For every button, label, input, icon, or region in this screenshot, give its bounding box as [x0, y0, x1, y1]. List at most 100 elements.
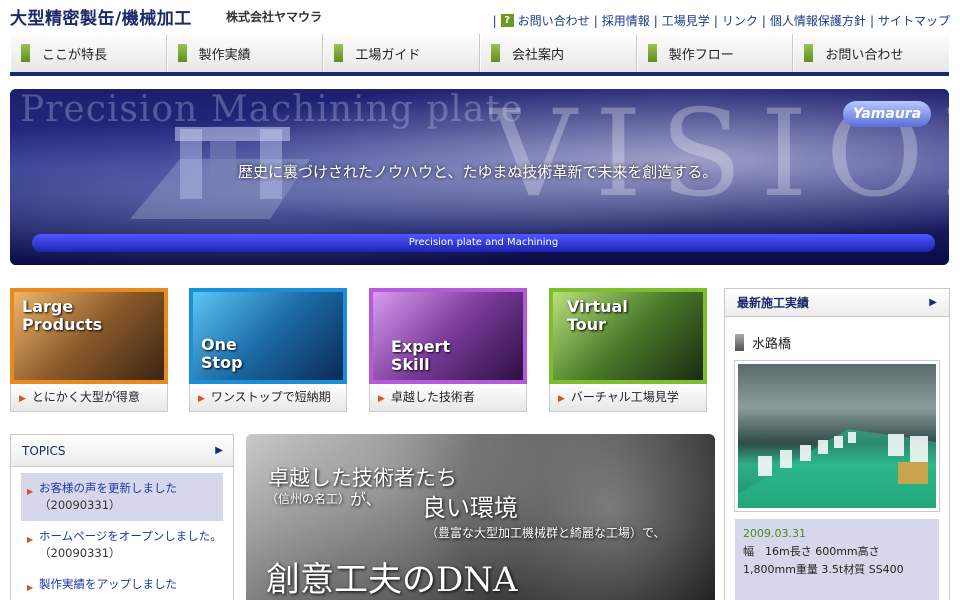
work-spec: 幅 16m長さ 600mm高さ 1,800mm重量 3.5t材質 SS400 [743, 545, 904, 576]
nav-bullet-icon [21, 44, 30, 62]
feature-caption-text: ワンストップで短納期 [210, 390, 331, 404]
separator: | [492, 13, 497, 28]
utility-link-links[interactable]: リンク [722, 12, 758, 29]
nav-item-flow[interactable]: 製作フロー [636, 34, 794, 72]
feature-caption: ▶ バーチャル工場見学 [549, 384, 707, 412]
company-name: 株式会社ヤマウラ [226, 10, 323, 24]
feature-title-line: Virtual [567, 297, 628, 316]
separator: | [713, 13, 718, 28]
dna-line-3: （豊富な大型加工機械群と綺麗な工場）で、 [426, 526, 666, 540]
feature-thumbnail: Large Products [10, 288, 168, 384]
feature-title: Large Products [22, 298, 102, 334]
feature-caption: ▶ 卓越した技術者 [369, 384, 527, 412]
dna-banner[interactable]: 卓越した技術者たち （信州の名工） が、 良い環境 （豊富な大型加工機械群と綺麗… [246, 434, 715, 600]
hero-tagline: 歴史に裏づけされたノウハウと、たゆまぬ技術革新で未来を創造する。 [238, 163, 718, 181]
latest-works-title: 最新施工実績 [737, 296, 810, 310]
work-photo[interactable] [734, 360, 940, 512]
feature-caption: ▶ とにかく大型が得意 [10, 384, 168, 412]
separator: | [761, 13, 766, 28]
dna-line-2b: が、 [350, 490, 382, 509]
nav-bullet-icon [177, 44, 187, 62]
nav-item-label: 工場ガイド [355, 47, 421, 63]
work-date: 2009.03.31 [743, 527, 806, 540]
topic-text: お客様の声を更新しました [39, 481, 177, 495]
nav-item-label: ここが特長 [42, 47, 108, 63]
separator: | [593, 13, 598, 28]
feature-title-line: Stop [201, 352, 243, 372]
feature-title: Virtual Tour [567, 298, 628, 334]
nav-item-contact[interactable]: お問い合わせ [793, 34, 949, 72]
nav-item-features[interactable]: ここが特長 [10, 34, 167, 72]
feature-one-stop[interactable]: One Stop ▶ ワンストップで短納期 [189, 288, 347, 414]
nav-item-factory-guide[interactable]: 工場ガイド [323, 34, 481, 72]
global-nav: ここが特長 製作実績 工場ガイド 会社案内 製作フロー お問い合わせ [10, 34, 949, 76]
latest-works-panel: 最新施工実績 ▶ 水路橋 2009.03.31 幅 16m長さ 600mm高さ … [724, 288, 950, 600]
topic-date: （20090331） [39, 546, 121, 560]
topic-item[interactable]: ▶ お客様の声を更新しました （20090331） [21, 473, 223, 521]
nav-bullet-icon [491, 44, 501, 62]
latest-works-header[interactable]: 最新施工実績 ▶ [725, 289, 949, 317]
hero-background-text: Precision Machining plate [20, 89, 524, 130]
work-title[interactable]: 水路橋 [735, 333, 791, 352]
feature-caption-text: とにかく大型が得意 [31, 390, 140, 404]
feature-caption-text: 卓越した技術者 [390, 390, 475, 404]
nav-bullet-icon [334, 44, 344, 62]
site-title[interactable]: 大型精密製缶/機械加工 [10, 4, 192, 29]
feature-thumbnail: Expert Skill [369, 288, 527, 384]
feature-title-line: Skill [391, 354, 430, 374]
dna-line-2c: 良い環境 [422, 494, 518, 522]
topic-date: （20090331） [39, 498, 121, 512]
dna-line-2a: （信州の名工） [266, 492, 351, 506]
feature-title: One Stop [201, 336, 243, 372]
arrow-right-icon: ▶ [929, 297, 937, 308]
nav-bullet-icon [804, 44, 814, 62]
feature-expert-skill[interactable]: Expert Skill ▶ 卓越した技術者 [369, 288, 527, 414]
feature-title-line: Large [22, 297, 74, 316]
topic-text: 製作実績をアップしました [39, 577, 177, 591]
feature-thumbnail: One Stop [189, 288, 347, 384]
feature-title-line: One [201, 335, 237, 354]
nav-item-label: 会社案内 [512, 47, 565, 63]
arrow-right-icon: ▶ [27, 535, 34, 544]
arrow-right-icon: ▶ [27, 487, 34, 496]
title-bullet-icon [735, 334, 744, 351]
arrow-right-icon: ▶ [558, 394, 565, 404]
utility-link-factory-tour[interactable]: 工場見学 [662, 12, 710, 29]
feature-title-line: Expert [391, 337, 451, 356]
utility-link-contact[interactable]: お問い合わせ [518, 12, 590, 29]
dna-line-4: 創意工夫のDNA [266, 560, 518, 600]
utility-link-sitemap[interactable]: サイトマップ [878, 12, 950, 29]
aqueduct-illustration [738, 429, 936, 508]
nav-item-company[interactable]: 会社案内 [480, 34, 637, 72]
utility-link-privacy[interactable]: 個人情報保護方針 [770, 12, 866, 29]
topic-item[interactable]: ▶ ホームページをオープンしました。 （20090331） [11, 521, 233, 569]
feature-thumbnail: Virtual Tour [549, 288, 707, 384]
topic-text: ホームページをオープンしました。 [39, 529, 222, 543]
arrow-right-icon: ▶ [215, 445, 223, 456]
company-logo: Yamaura [843, 101, 931, 127]
topics-header[interactable]: TOPICS ▶ [11, 435, 233, 467]
topics-panel: TOPICS ▶ ▶ お客様の声を更新しました （20090331） ▶ ホーム… [10, 434, 234, 600]
topic-item[interactable]: ▶ 製作実績をアップしました [11, 569, 233, 600]
separator: | [653, 13, 658, 28]
work-info: 2009.03.31 幅 16m長さ 600mm高さ 1,800mm重量 3.5… [735, 519, 939, 600]
feature-title-line: Products [22, 314, 103, 334]
feature-virtual-tour[interactable]: Virtual Tour ▶ バーチャル工場見学 [549, 288, 707, 414]
feature-caption-text: バーチャル工場見学 [570, 390, 679, 404]
arrow-right-icon: ▶ [198, 394, 205, 404]
feature-title: Expert Skill [391, 338, 450, 374]
nav-item-works[interactable]: 製作実績 [166, 34, 324, 72]
question-icon: ? [500, 14, 514, 27]
arrow-right-icon: ▶ [27, 583, 34, 592]
feature-title-line: Tour [567, 314, 607, 334]
arrow-right-icon: ▶ [378, 394, 385, 404]
utility-link-recruit[interactable]: 採用情報 [602, 12, 650, 29]
nav-item-label: 製作フロー [668, 47, 734, 63]
arrow-right-icon: ▶ [19, 394, 26, 404]
work-title-text: 水路橋 [752, 337, 792, 352]
feature-caption: ▶ ワンストップで短納期 [189, 384, 347, 412]
nav-item-label: 製作実績 [198, 47, 251, 63]
site-header: 大型精密製缶/機械加工 株式会社ヤマウラ | ? お問い合わせ | 採用情報 |… [0, 0, 960, 34]
hero-caption-bar: Precision plate and Machining [32, 234, 935, 252]
feature-large-products[interactable]: Large Products ▶ とにかく大型が得意 [10, 288, 168, 414]
